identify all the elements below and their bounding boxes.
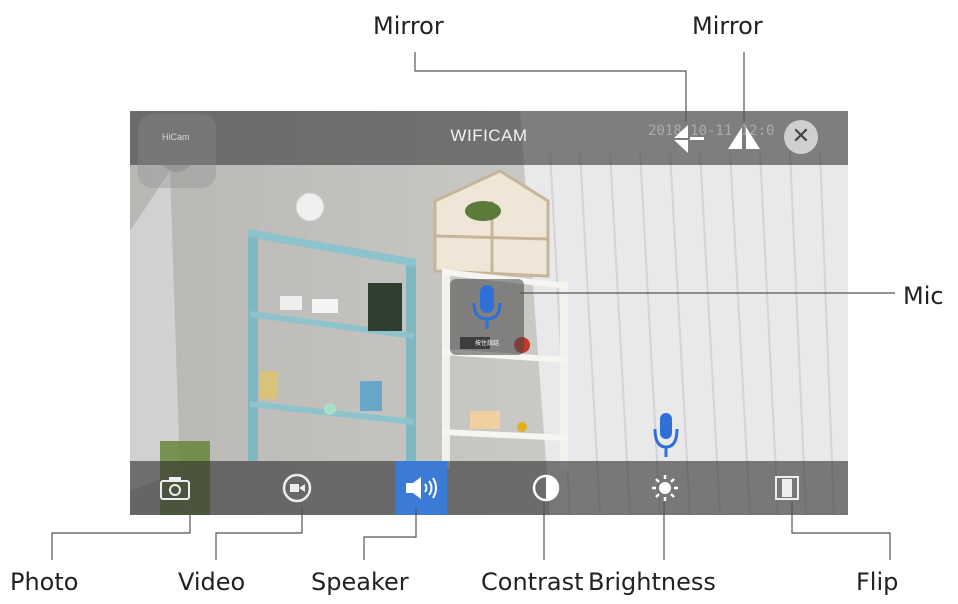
callout-brightness: Brightness (588, 568, 716, 596)
bottom-toolbar (130, 461, 848, 515)
mic-overlay[interactable]: 按住說話 (450, 279, 524, 355)
mirror-horizontal-button[interactable] (668, 119, 704, 157)
callout-mic: Mic (903, 282, 944, 310)
photo-button[interactable] (148, 461, 202, 515)
top-toolbar: HiCam WIFICAM 2018-10-11 12:0 ✕ (130, 111, 848, 188)
callout-flip: Flip (856, 568, 899, 596)
flip-button[interactable] (760, 461, 814, 515)
callout-contrast: Contrast (481, 568, 584, 596)
mic-button-icon[interactable] (652, 411, 680, 459)
mirror-vertical-icon (728, 127, 760, 149)
callout-video: Video (178, 568, 246, 596)
video-button[interactable] (270, 461, 324, 515)
flip-icon (775, 476, 799, 500)
speaker-button[interactable] (395, 461, 447, 515)
mirror-horizontal-icon (674, 125, 704, 153)
callout-speaker: Speaker (311, 568, 409, 596)
mirror-vertical-button[interactable] (726, 119, 762, 157)
callout-photo: Photo (10, 568, 79, 596)
mic-caption: 按住說話 (474, 340, 499, 347)
video-record-icon (282, 473, 312, 503)
contrast-button[interactable] (519, 461, 573, 515)
mic-icon (472, 285, 502, 329)
contrast-icon (532, 474, 560, 502)
callout-mirror-left: Mirror (373, 12, 444, 40)
speaker-icon (406, 477, 437, 499)
close-icon: ✕ (791, 124, 811, 149)
camera-icon (160, 477, 190, 500)
brightness-icon (652, 475, 678, 501)
close-button[interactable]: ✕ (784, 120, 818, 154)
camera-view[interactable]: 按住說話 HiCam WIFICAM 2018-10-11 12:0 ✕ (130, 111, 848, 515)
brightness-button[interactable] (638, 461, 692, 515)
callout-mirror-right: Mirror (692, 12, 763, 40)
